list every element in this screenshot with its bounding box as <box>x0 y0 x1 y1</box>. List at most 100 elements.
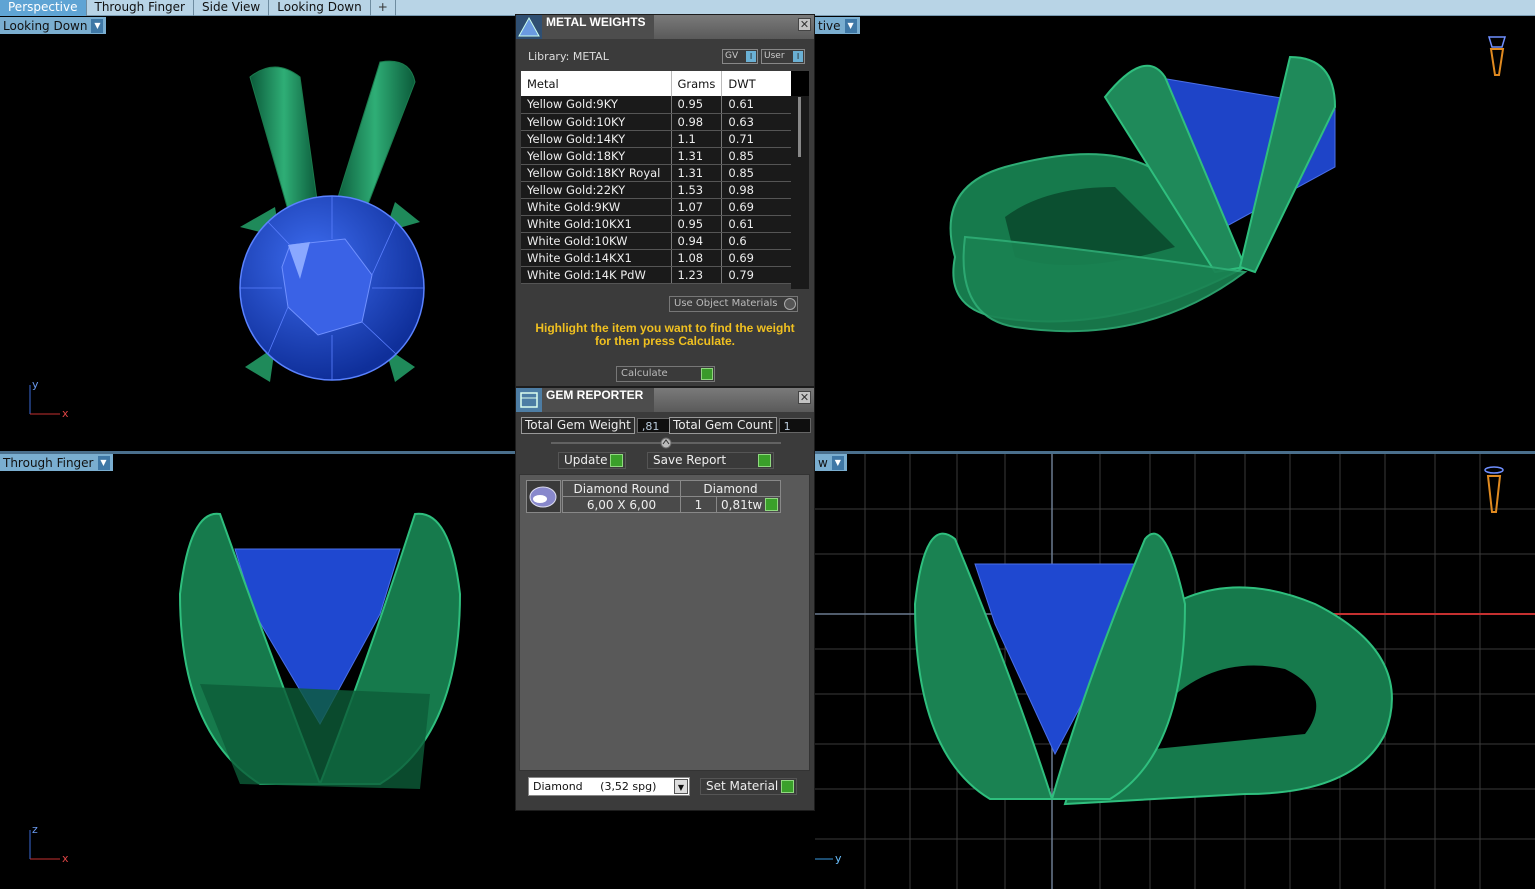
axis-z-label: z <box>32 823 38 836</box>
panel-splitter[interactable] <box>551 437 781 449</box>
table-row[interactable]: Diamond Round Diamond <box>562 480 781 497</box>
tab-through-finger[interactable]: Through Finger <box>87 0 194 16</box>
close-icon[interactable]: ✕ <box>798 18 811 31</box>
viewport-label-side[interactable]: w ▼ <box>815 454 847 471</box>
viewport-through-finger[interactable]: Through Finger ▼ z x <box>0 454 515 889</box>
table-row[interactable]: 6,00 X 6,00 1 0,81tw <box>562 496 781 513</box>
gem-reporter-panel: GEM REPORTER ✕ Total Gem Weight ,81 Tota… <box>515 387 815 811</box>
axis-gizmo-icon: z y <box>815 852 842 865</box>
viewport-label-text: Looking Down <box>3 18 88 33</box>
cell-dwt: 0.85 <box>721 147 793 165</box>
calculate-button[interactable]: Calculate <box>616 366 715 382</box>
table-row[interactable]: White Gold:14K PdW 1.23 0.79 <box>521 266 793 284</box>
calculate-hint: Highlight the item you want to find the … <box>535 321 795 348</box>
table-row[interactable]: Yellow Gold:22KY 1.53 0.98 <box>521 181 793 199</box>
diamond-thumbnail-icon <box>526 480 561 513</box>
play-icon[interactable] <box>765 498 778 511</box>
cell-dwt: 0.69 <box>721 249 793 267</box>
total-gem-weight-row: Total Gem Weight ,81 <box>521 417 671 434</box>
cell-metal: Yellow Gold:22KY <box>521 181 672 199</box>
gv-toggle[interactable]: GV I <box>722 49 758 64</box>
chevron-down-icon[interactable]: ▼ <box>831 455 844 470</box>
axis-y-label: y <box>835 852 842 865</box>
cell-metal: Yellow Gold:9KY <box>521 96 672 114</box>
material-select[interactable]: Diamond (3,52 spg) ▼ <box>528 777 690 796</box>
metal-weights-titlebar[interactable]: METAL WEIGHTS ✕ <box>516 15 814 39</box>
play-icon <box>610 454 623 467</box>
cell-dwt: 0.79 <box>721 266 793 284</box>
chevron-down-icon[interactable]: ▼ <box>844 18 857 33</box>
update-button[interactable]: Update <box>558 452 626 469</box>
metal-table-scrollbar[interactable] <box>791 71 809 289</box>
viewport-perspective[interactable]: tive ▼ <box>815 17 1535 451</box>
model-side-view <box>815 454 1535 889</box>
column-header-dwt[interactable]: DWT <box>721 71 793 96</box>
table-row[interactable]: White Gold:14KX1 1.08 0.69 <box>521 249 793 267</box>
viewport-looking-down[interactable]: Looking Down ▼ y x <box>0 17 515 451</box>
tab-perspective[interactable]: Perspective <box>0 0 87 16</box>
table-row[interactable]: White Gold:10KW 0.94 0.6 <box>521 232 793 250</box>
scrollbar-thumb[interactable] <box>798 97 801 157</box>
viewport-side-view[interactable]: w ▼ z y <box>815 454 1535 889</box>
axis-x-label: x <box>62 852 69 865</box>
gem-material: Diamond <box>680 480 781 497</box>
cad-window: Perspective Through Finger Side View Loo… <box>0 0 1535 889</box>
metal-weights-title: METAL WEIGHTS <box>542 15 654 39</box>
cell-grams: 1.53 <box>671 181 723 199</box>
gem-reporter-logo-icon <box>516 388 542 412</box>
column-header-grams[interactable]: Grams <box>671 71 723 96</box>
cell-grams: 1.07 <box>671 198 723 216</box>
cell-metal: Yellow Gold:18KY <box>521 147 672 165</box>
viewport-label-text: Through Finger <box>3 455 94 470</box>
cell-metal: White Gold:14K PdW <box>521 266 672 284</box>
play-icon <box>758 454 771 467</box>
cell-dwt: 0.69 <box>721 198 793 216</box>
viewport-label-looking-down[interactable]: Looking Down ▼ <box>0 17 107 34</box>
cell-metal: White Gold:10KX1 <box>521 215 672 233</box>
table-row[interactable]: Yellow Gold:18KY 1.31 0.85 <box>521 147 793 165</box>
add-tab-button[interactable]: + <box>371 0 396 16</box>
save-report-label: Save Report <box>653 453 727 467</box>
user-toggle[interactable]: User I <box>761 49 805 64</box>
viewport-label-through-finger[interactable]: Through Finger ▼ <box>0 454 113 471</box>
chevron-down-icon[interactable]: ▼ <box>91 18 104 33</box>
chevron-down-icon[interactable]: ▼ <box>97 455 110 470</box>
cell-dwt: 0.61 <box>721 215 793 233</box>
cell-grams: 1.31 <box>671 147 723 165</box>
close-icon[interactable]: ✕ <box>798 391 811 404</box>
axis-x-label: x <box>62 407 69 420</box>
tab-side-view[interactable]: Side View <box>194 0 270 16</box>
cell-grams: 0.95 <box>671 96 723 114</box>
table-row[interactable]: Yellow Gold:18KY Royal 1.31 0.85 <box>521 164 793 182</box>
cell-metal: White Gold:14KX1 <box>521 249 672 267</box>
model-perspective-view <box>949 55 1337 333</box>
library-label: Library: METAL <box>528 50 609 63</box>
cell-metal: Yellow Gold:14KY <box>521 130 672 148</box>
view-cube-icon[interactable] <box>1483 29 1513 79</box>
chevron-down-icon[interactable]: ▼ <box>674 779 688 794</box>
save-report-button[interactable]: Save Report <box>647 452 774 469</box>
gem-weight: 0,81tw <box>721 497 763 512</box>
cell-dwt: 0.85 <box>721 164 793 182</box>
user-label: User <box>764 51 785 61</box>
set-material-button[interactable]: Set Material <box>700 778 797 795</box>
total-gem-count-row: Total Gem Count 1 <box>669 417 811 434</box>
table-row[interactable]: White Gold:9KW 1.07 0.69 <box>521 198 793 216</box>
column-header-metal[interactable]: Metal <box>521 71 672 96</box>
update-label: Update <box>564 453 608 467</box>
tab-looking-down[interactable]: Looking Down <box>269 0 371 16</box>
table-row[interactable]: Yellow Gold:14KY 1.1 0.71 <box>521 130 793 148</box>
table-row[interactable]: Yellow Gold:10KY 0.98 0.63 <box>521 113 793 131</box>
cell-grams: 0.95 <box>671 215 723 233</box>
view-cube-icon[interactable] <box>1480 462 1510 517</box>
table-row[interactable]: White Gold:10KX1 0.95 0.61 <box>521 215 793 233</box>
viewport-label-perspective[interactable]: tive ▼ <box>815 17 860 34</box>
gem-shape: Diamond Round <box>562 480 681 497</box>
table-row[interactable]: Yellow Gold:9KY 0.95 0.61 <box>521 96 793 114</box>
use-object-materials-button[interactable]: Use Object Materials <box>669 296 798 312</box>
metal-weights-panel: METAL WEIGHTS ✕ Library: METAL GV I User I… <box>515 14 815 387</box>
axis-y-label: y <box>32 378 39 391</box>
cell-grams: 0.98 <box>671 113 723 131</box>
gem-reporter-titlebar[interactable]: GEM REPORTER ✕ <box>516 388 814 412</box>
play-icon <box>701 368 713 380</box>
